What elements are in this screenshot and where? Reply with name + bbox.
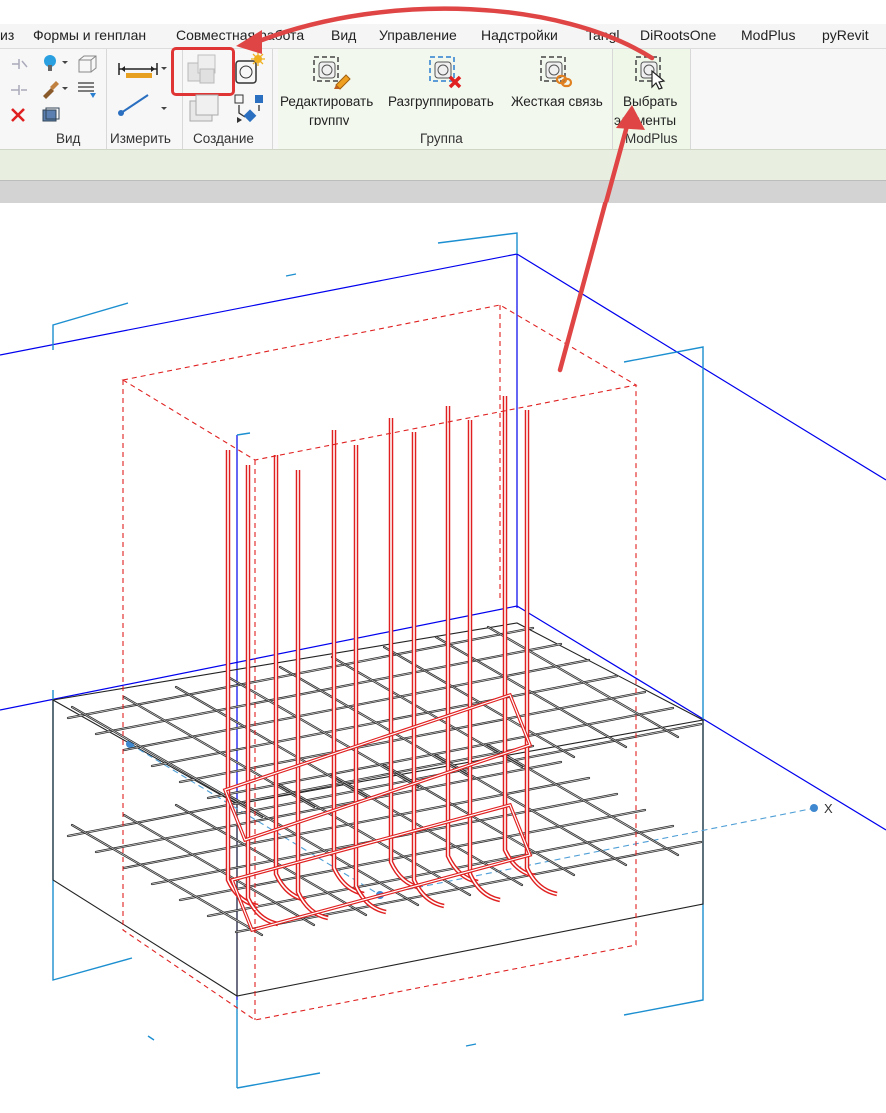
section-box bbox=[0, 253, 886, 1000]
rebar-mesh-bar-highlight bbox=[175, 804, 367, 916]
arrow-to-create-group bbox=[259, 6, 655, 61]
axis-endpoint bbox=[810, 804, 818, 812]
rebar-mesh-bar-highlight bbox=[175, 686, 367, 798]
rebar-mesh-bar-highlight bbox=[123, 696, 315, 808]
rebar-mesh-bar-highlight bbox=[71, 706, 263, 818]
rebar-mesh-bar-highlight bbox=[487, 626, 679, 738]
rebar-mesh-bar-highlight bbox=[123, 814, 315, 926]
rebar-mesh-bar-highlight bbox=[435, 636, 627, 748]
annotation-overlay bbox=[236, 6, 655, 202]
rebar-mesh-bar-highlight bbox=[435, 754, 627, 866]
reference-line bbox=[129, 743, 816, 896]
rebar-group[interactable] bbox=[222, 396, 558, 933]
crop-region bbox=[52, 232, 704, 1089]
rebar-mesh-bar-highlight bbox=[331, 656, 523, 768]
arrow-head-icon bbox=[236, 30, 262, 54]
rebar-mesh-bar-highlight bbox=[331, 774, 523, 886]
arrow-head-icon bbox=[616, 105, 645, 130]
group-bounding-box bbox=[121, 304, 638, 1021]
rebar-mesh-bar-highlight bbox=[487, 744, 679, 856]
axis-label: X bbox=[824, 801, 833, 816]
3d-viewport[interactable]: X bbox=[0, 202, 886, 1113]
annotation-arrows bbox=[557, 202, 608, 373]
rebar-mesh bbox=[66, 625, 703, 937]
